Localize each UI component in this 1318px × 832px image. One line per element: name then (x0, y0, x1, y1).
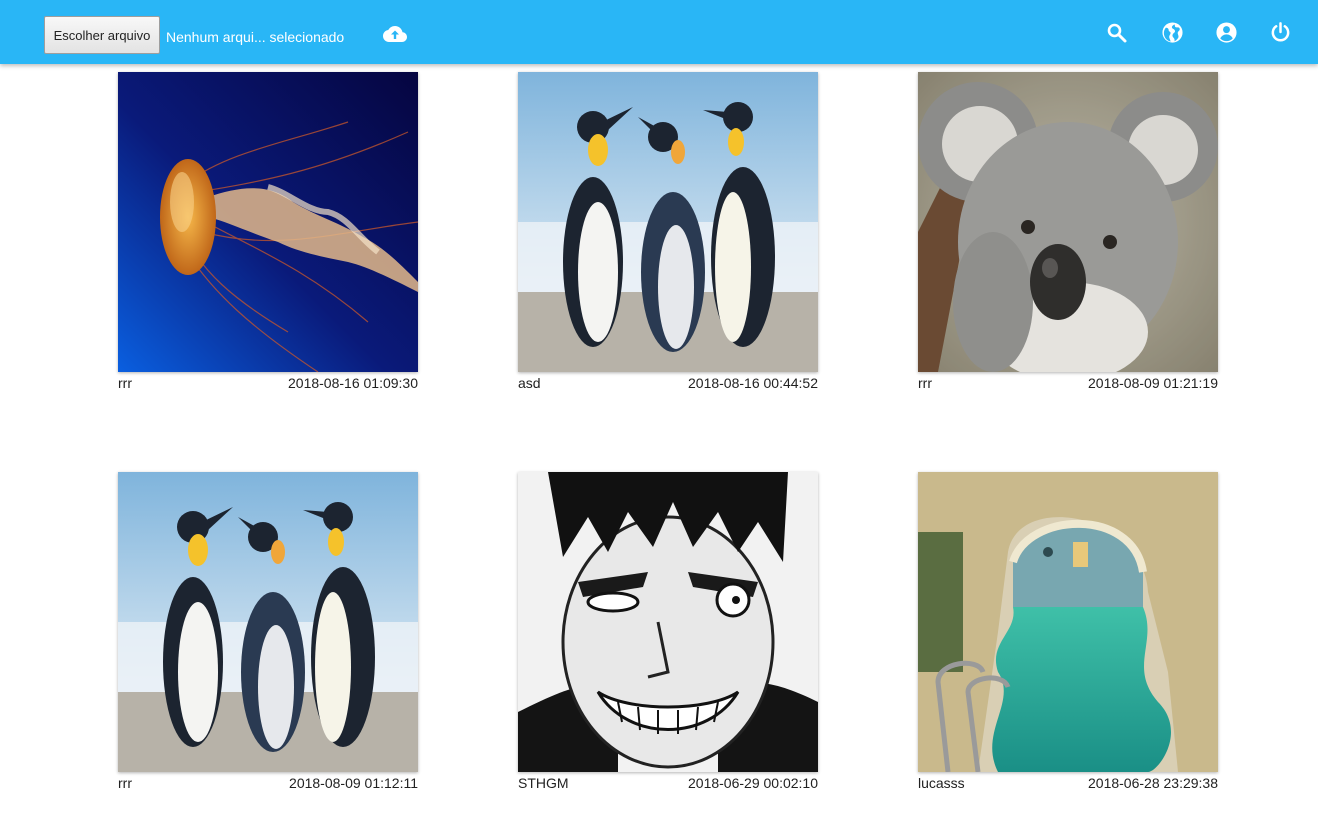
file-status-text: Nenhum arqui... selecionado (166, 29, 345, 45)
image-name: lucasss (918, 775, 965, 791)
image-gallery: rrr 2018-08-16 01:09:30 asd 2018-08-16 0… (0, 64, 1318, 832)
image-name: rrr (918, 375, 932, 391)
gallery-card[interactable]: asd 2018-08-16 00:44:52 (518, 72, 818, 395)
image-name: asd (518, 375, 541, 391)
gallery-card[interactable]: lucasss 2018-06-28 23:29:38 (918, 472, 1218, 795)
indoor-pool-image[interactable] (918, 472, 1218, 772)
card-meta: rrr 2018-08-09 01:21:19 (918, 375, 1218, 395)
image-name: STHGM (518, 775, 569, 791)
image-date: 2018-08-16 01:09:30 (288, 375, 418, 391)
koala-image[interactable] (918, 72, 1218, 372)
image-date: 2018-08-16 00:44:52 (688, 375, 818, 391)
card-meta: lucasss 2018-06-28 23:29:38 (918, 775, 1218, 795)
image-name: rrr (118, 375, 132, 391)
jellyfish-image[interactable] (118, 72, 418, 372)
penguins-image[interactable] (118, 472, 418, 772)
card-meta: asd 2018-08-16 00:44:52 (518, 375, 818, 395)
card-meta: STHGM 2018-06-29 00:02:10 (518, 775, 818, 795)
card-meta: rrr 2018-08-16 01:09:30 (118, 375, 418, 395)
cloud-upload-icon[interactable] (382, 24, 408, 44)
card-meta: rrr 2018-08-09 01:12:11 (118, 775, 418, 795)
image-date: 2018-06-29 00:02:10 (688, 775, 818, 791)
choose-file-button[interactable]: Escolher arquivo (44, 16, 160, 54)
image-date: 2018-08-09 01:21:19 (1088, 375, 1218, 391)
gallery-card[interactable]: rrr 2018-08-09 01:12:11 (118, 472, 418, 795)
gallery-card[interactable]: STHGM 2018-06-29 00:02:10 (518, 472, 818, 795)
image-date: 2018-06-28 23:29:38 (1088, 775, 1218, 791)
account-circle-icon[interactable] (1215, 21, 1238, 44)
image-date: 2018-08-09 01:12:11 (289, 775, 418, 791)
top-toolbar: Escolher arquivo Nenhum arqui... selecio… (0, 0, 1318, 64)
search-icon[interactable] (1106, 22, 1128, 44)
image-name: rrr (118, 775, 132, 791)
globe-icon[interactable] (1161, 21, 1184, 44)
manga-face-image[interactable] (518, 472, 818, 772)
gallery-card[interactable]: rrr 2018-08-09 01:21:19 (918, 72, 1218, 395)
gallery-card[interactable]: rrr 2018-08-16 01:09:30 (118, 72, 418, 395)
power-icon[interactable] (1269, 21, 1292, 44)
penguins-image[interactable] (518, 72, 818, 372)
